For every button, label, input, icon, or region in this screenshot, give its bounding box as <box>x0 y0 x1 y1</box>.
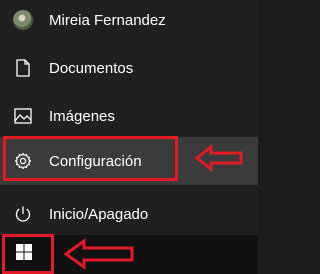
windows-logo-icon <box>15 243 33 266</box>
user-name-label: Mireia Fernandez <box>49 11 166 29</box>
power-icon <box>13 204 33 224</box>
menu-item-imagenes[interactable]: Imágenes <box>0 92 258 140</box>
user-avatar-icon <box>13 10 33 30</box>
menu-item-label: Imágenes <box>49 107 115 125</box>
menu-item-configuracion[interactable]: Configuración <box>0 137 258 185</box>
user-account-item[interactable]: Mireia Fernandez <box>0 0 258 40</box>
start-button[interactable] <box>0 235 48 274</box>
document-icon <box>13 58 33 78</box>
gear-icon <box>13 151 33 171</box>
menu-item-label: Documentos <box>49 59 134 77</box>
taskbar <box>0 235 258 274</box>
menu-item-inicio-apagado[interactable]: Inicio/Apagado <box>0 190 258 238</box>
start-menu: Mireia Fernandez Documentos Imágenes Con… <box>0 0 258 274</box>
menu-item-label: Configuración <box>49 152 142 170</box>
menu-item-documentos[interactable]: Documentos <box>0 44 258 92</box>
image-icon <box>13 106 33 126</box>
menu-item-label: Inicio/Apagado <box>49 205 149 223</box>
